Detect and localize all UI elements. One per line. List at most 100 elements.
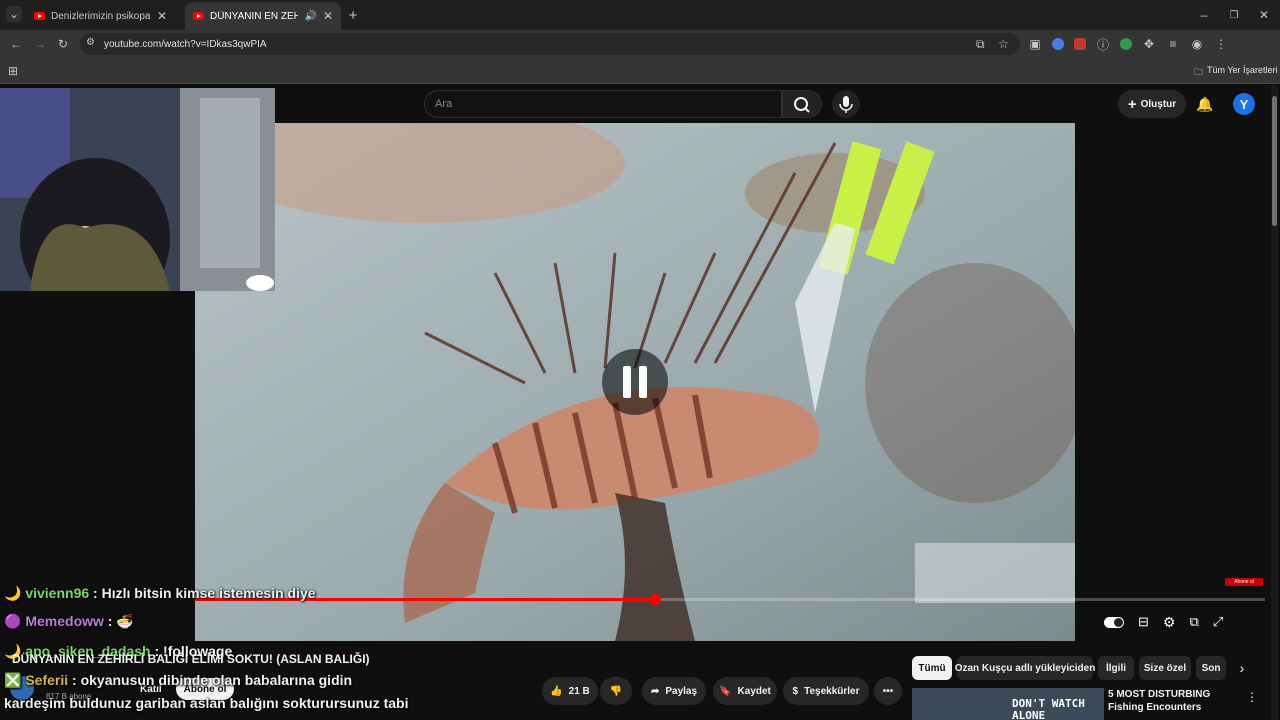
extension-icon[interactable] [1052, 38, 1064, 50]
chat-text: : okyanusun dibinde olan babalarına gidi… [72, 672, 353, 688]
pause-icon [623, 366, 647, 398]
chat-message: 🟣 Memedoww : 🍜 [4, 613, 134, 630]
chip-related[interactable]: İlgili [1098, 656, 1134, 680]
fullscreen-icon[interactable]: ⤢ [1213, 614, 1223, 630]
share-label: Paylaş [665, 685, 698, 697]
voice-search-button[interactable] [832, 90, 860, 118]
media-controls-icon[interactable]: ≡ [1166, 37, 1180, 51]
tab-title: Denizlerimizin psikopatı... - You [51, 10, 151, 22]
apps-grid-icon[interactable]: ⊞ [8, 64, 18, 78]
miniplayer-icon[interactable]: ⧉ [1189, 614, 1198, 630]
browser-tab-strip: ⌄ Denizlerimizin psikopatı... - You ✕ DÜ… [0, 0, 1280, 30]
tab-1[interactable]: Denizlerimizin psikopatı... - You ✕ [26, 2, 182, 30]
chat-username: vivienn96 [25, 585, 90, 601]
back-icon[interactable]: ← [8, 36, 24, 52]
webcam-image [0, 88, 275, 291]
all-bookmarks[interactable]: 🗀 Tüm Yer İşaretleri [1194, 65, 1278, 81]
extensions-area: ▣ ⓘ ✥ ≡ ◉ ⋮ [1028, 36, 1258, 52]
create-button[interactable]: + Oluştur [1118, 90, 1186, 118]
profile-icon[interactable]: ◉ [1190, 37, 1204, 51]
recommended-title[interactable]: 5 MOST DISTURBING Fishing Encounters [1108, 688, 1238, 714]
youtube-favicon-icon [34, 12, 45, 20]
bookmark-icon: 🔖 [719, 685, 732, 697]
chip-all[interactable]: Tümü [912, 656, 952, 680]
site-info-icon[interactable]: ⚙ [86, 37, 95, 48]
tab-title: DÜNYANIN EN ZEHİRLİ BA [210, 10, 299, 22]
search-input[interactable]: Ara [424, 90, 782, 118]
settings-gear-icon[interactable]: ⚙ [1163, 614, 1176, 631]
emote-icon: 🍜 [116, 613, 134, 629]
recommended-thumbnail[interactable]: DON'T WATCH ALONE [912, 688, 1104, 720]
thumbnail-text: DON'T WATCH ALONE [1012, 697, 1085, 720]
microphone-icon [839, 96, 853, 113]
search-icon [794, 97, 810, 113]
minimize-icon[interactable]: – [1196, 7, 1212, 23]
new-tab-icon[interactable]: + [344, 6, 362, 24]
moon-emote-icon: 🌙 [4, 585, 22, 601]
chevron-right-icon[interactable]: › [1234, 660, 1250, 676]
install-app-icon[interactable]: ⧉ [976, 37, 985, 52]
all-bookmarks-label: Tüm Yer İşaretleri [1207, 65, 1278, 75]
forward-icon[interactable]: → [32, 36, 48, 52]
chat-text: : Hızlı bitsin kimse istemesin diye [93, 585, 316, 601]
thanks-label: Teşekkürler [804, 685, 860, 697]
tab-search-icon[interactable]: ⌄ [6, 6, 22, 22]
chat-username: Seferii [25, 672, 69, 688]
subscribe-watermark[interactable]: Abone ol [1225, 578, 1263, 586]
bookmark-star-icon[interactable]: ☆ [998, 37, 1009, 51]
like-button[interactable]: 👍 21 B [542, 677, 598, 705]
close-tab-icon[interactable]: ✕ [323, 9, 333, 23]
address-bar[interactable]: ⚙ youtube.com/watch?v=IDkas3qwPIA ⧉ ☆ [80, 33, 1020, 55]
account-avatar[interactable]: Y [1233, 93, 1255, 115]
youtube-favicon-icon [193, 12, 204, 20]
chat-message-continued: kardeşim buldunuz gariban aslan balığını… [4, 695, 409, 711]
share-arrow-icon: ➦ [650, 685, 660, 697]
extension-icon[interactable]: ▣ [1028, 37, 1042, 51]
audio-playing-icon[interactable]: 🔊 [304, 11, 316, 22]
save-button[interactable]: 🔖 Kaydet [713, 677, 777, 705]
autoplay-toggle[interactable] [1104, 616, 1124, 628]
pause-button[interactable] [602, 349, 668, 415]
page-scrollbar[interactable] [1271, 86, 1278, 720]
menu-icon[interactable]: ⋮ [1214, 37, 1228, 51]
extension-icon[interactable]: ⓘ [1096, 37, 1110, 52]
share-button[interactable]: ➦ Paylaş [642, 677, 706, 705]
chat-message: 🌙 vivienn96 : Hızlı bitsin kimse istemes… [4, 585, 316, 602]
chat-text: : [107, 613, 113, 629]
close-tab-icon[interactable]: ✕ [157, 9, 167, 23]
extensions-puzzle-icon[interactable]: ✥ [1142, 37, 1156, 51]
create-label: Oluştur [1140, 98, 1177, 110]
bookmarks-bar: ⊞ 🗀 Tüm Yer İşaretleri [0, 58, 1280, 84]
chip-from-uploader[interactable]: Ozan Kuşçu adlı yükleyiciden [955, 656, 1095, 680]
search-button[interactable] [782, 90, 822, 118]
video-progress-bar[interactable] [195, 594, 1265, 605]
more-actions-button[interactable]: ••• [874, 677, 902, 705]
chat-message: ❎ Seferii : okyanusun dibinde olan babal… [4, 672, 352, 689]
restore-icon[interactable]: ❐ [1226, 7, 1242, 23]
more-vertical-icon[interactable]: ⋮ [1246, 690, 1258, 704]
reload-icon[interactable]: ↻ [55, 36, 71, 52]
scrollbar-thumb[interactable] [1272, 96, 1277, 226]
notifications-bell-icon[interactable]: 🔔 [1196, 95, 1214, 113]
more-horizontal-icon: ••• [882, 685, 894, 697]
chip-for-you[interactable]: Size özel [1139, 656, 1191, 680]
close-window-icon[interactable]: ✕ [1256, 7, 1272, 23]
video-title: DÜNYANIN EN ZEHİRLİ BALIĞI ELİMİ SOKTU! … [12, 652, 370, 666]
tab-2[interactable]: DÜNYANIN EN ZEHİRLİ BA 🔊 ✕ [185, 2, 341, 30]
save-label: Kaydet [737, 685, 771, 697]
badge-icon: 🟣 [4, 613, 22, 629]
chat-username: Memedoww [25, 613, 104, 629]
chip-recent[interactable]: Son [1196, 656, 1226, 680]
url-text: youtube.com/watch?v=IDkas3qwPIA [104, 38, 267, 50]
player-controls-right: ⊟ ⚙ ⧉ ⤢ [1104, 612, 1260, 632]
folder-icon: 🗀 [1194, 67, 1204, 77]
search-placeholder: Ara [435, 98, 453, 110]
subtitles-icon[interactable]: ⊟ [1138, 614, 1149, 630]
plus-icon: + [1127, 95, 1137, 113]
thanks-button[interactable]: $ Teşekkürler [783, 677, 869, 705]
badge-icon: ❎ [4, 672, 22, 688]
extension-icon[interactable] [1074, 38, 1086, 50]
extension-icon[interactable] [1120, 38, 1132, 50]
like-count: 21 B [568, 685, 590, 697]
dislike-button[interactable]: 👎 [600, 677, 632, 705]
